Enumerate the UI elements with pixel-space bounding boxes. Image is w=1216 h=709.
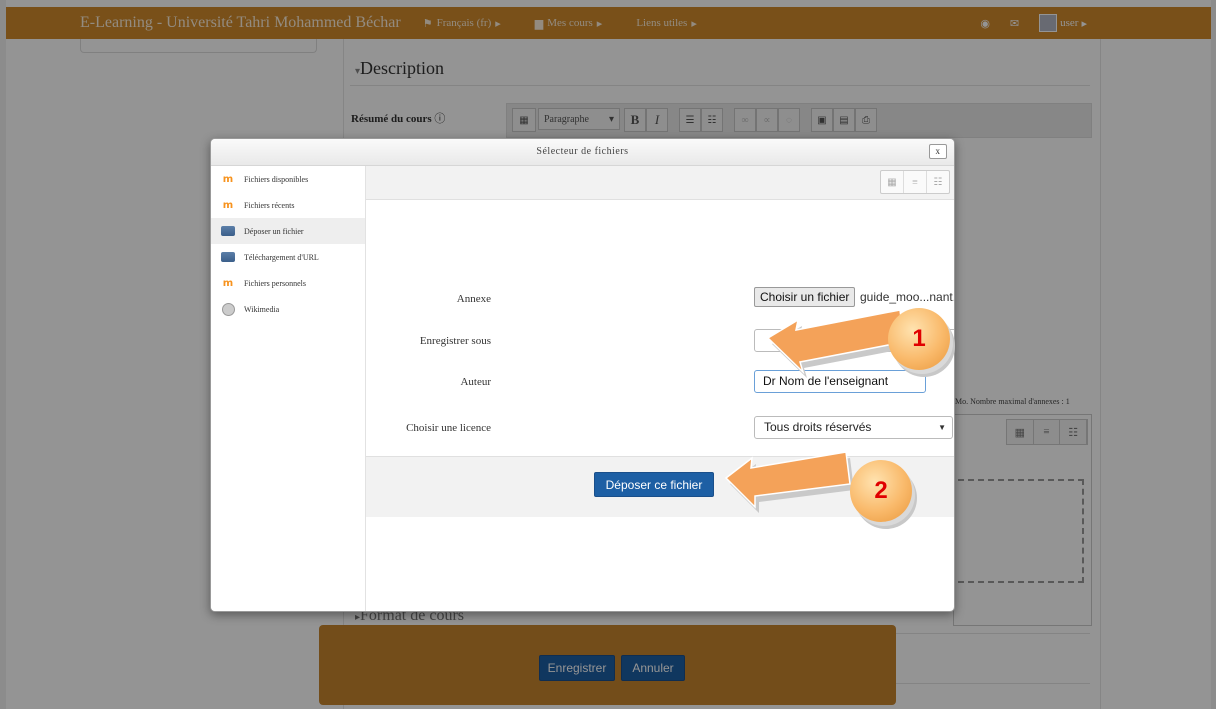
callout-2: 2 bbox=[850, 460, 912, 522]
callout-1-number: 1 bbox=[912, 325, 926, 352]
callout-1: 1 bbox=[888, 308, 950, 370]
arrow-2 bbox=[724, 451, 851, 509]
arrow-1 bbox=[766, 309, 905, 375]
annotation-arrows bbox=[724, 309, 908, 513]
callout-2-number: 2 bbox=[874, 477, 888, 504]
